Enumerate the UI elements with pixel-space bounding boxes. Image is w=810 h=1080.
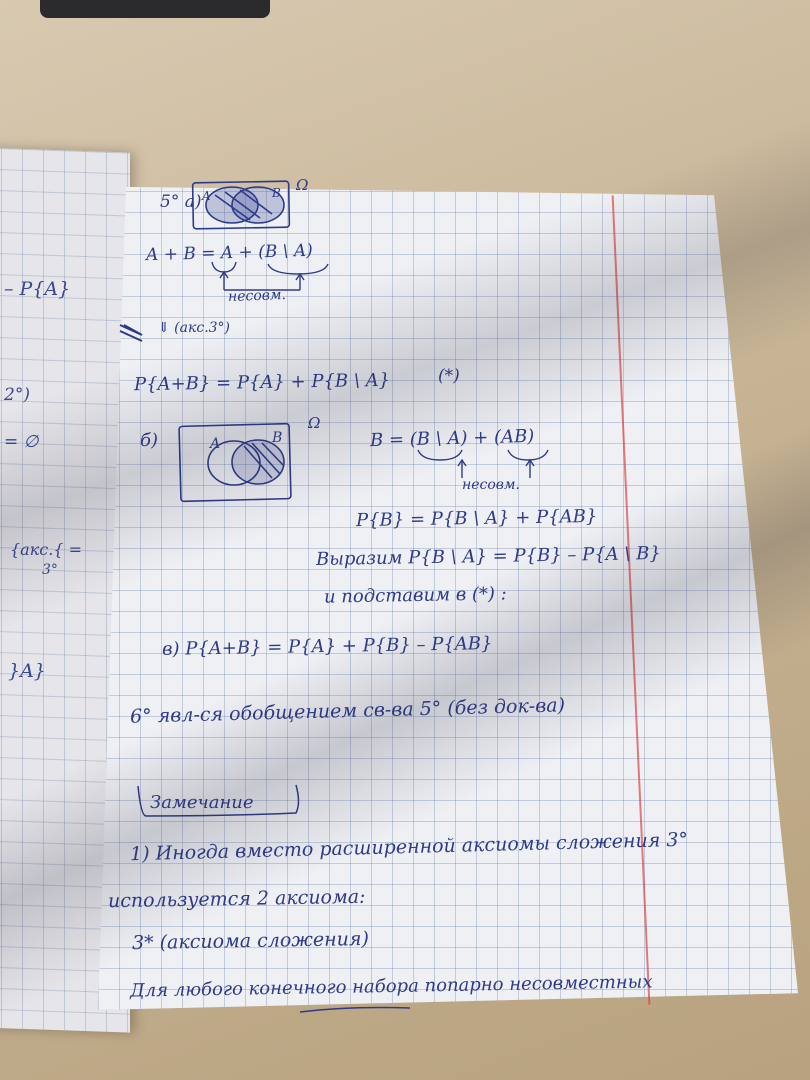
equation-2: P{A+B} = P{A} + P{B \ A}: [133, 369, 391, 396]
note-line-3: 3* (аксиома сложения): [131, 927, 370, 955]
scribble-mark: [119, 324, 143, 342]
axiom-note: ⇓ (акс.3°): [158, 320, 231, 336]
venn2-label-b: B: [272, 430, 283, 446]
label-b: б): [140, 430, 159, 451]
venn1-label-b: B: [272, 186, 281, 200]
star-mark: (*): [438, 366, 460, 386]
note-line-2: используется 2 аксиома:: [107, 885, 366, 913]
brace-marks-1: [211, 261, 329, 291]
venn2-label-a: A: [210, 436, 221, 452]
omega-2: Ω: [308, 414, 321, 432]
brace-marks-2: [417, 449, 549, 478]
omega-1: Ω: [296, 176, 309, 194]
heading-5a: 5° а): [160, 192, 202, 212]
equation-6: и подставим в (*) :: [323, 583, 507, 608]
equation-3: B = (B \ A) + (AB): [369, 425, 535, 452]
underline-stroke: [299, 1006, 411, 1013]
nesovm-label-1: несовм.: [227, 286, 287, 306]
note-heading: Замечание: [150, 792, 254, 813]
photo-scene: – P{A} 2°) = ∅ {акс.{ = 3° }A} 5° а) A B…: [0, 0, 810, 1080]
nesovm-label-2: несовм.: [462, 477, 520, 493]
equation-4: P{B} = P{B \ A} + P{AB}: [355, 505, 598, 532]
diagram-strokes: [119, 180, 549, 1013]
venn1-label-a: A: [202, 189, 211, 203]
